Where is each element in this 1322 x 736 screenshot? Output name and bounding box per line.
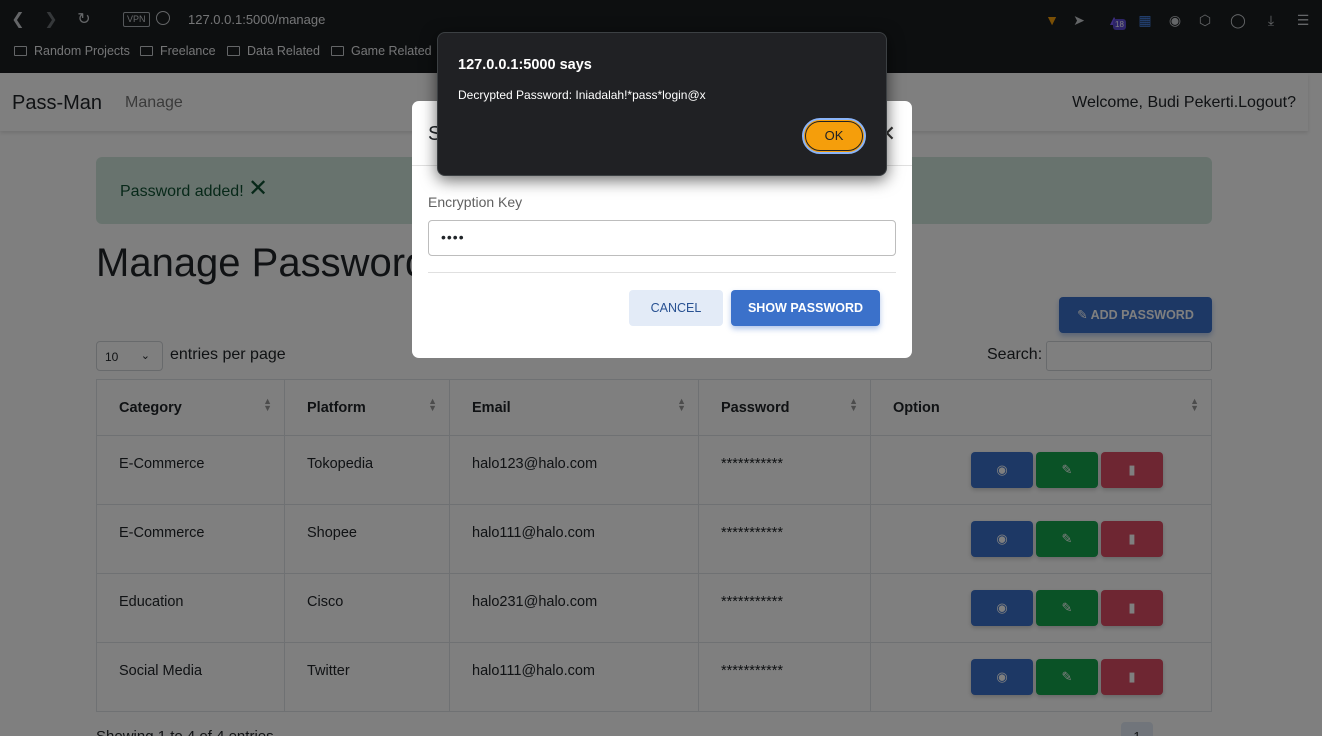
alert-title: 127.0.0.1:5000 says [458,57,592,73]
show-password-button[interactable]: SHOW PASSWORD [731,290,880,326]
alert-message: Decrypted Password: Iniadalah!*pass*logi… [458,88,706,102]
encryption-key-input[interactable]: •••• [428,220,896,256]
browser-alert-dialog: 127.0.0.1:5000 says Decrypted Password: … [437,32,887,176]
ok-button[interactable]: OK [802,118,866,154]
cancel-button[interactable]: CANCEL [629,290,723,326]
encryption-key-label: Encryption Key [428,194,523,210]
divider [428,272,896,273]
